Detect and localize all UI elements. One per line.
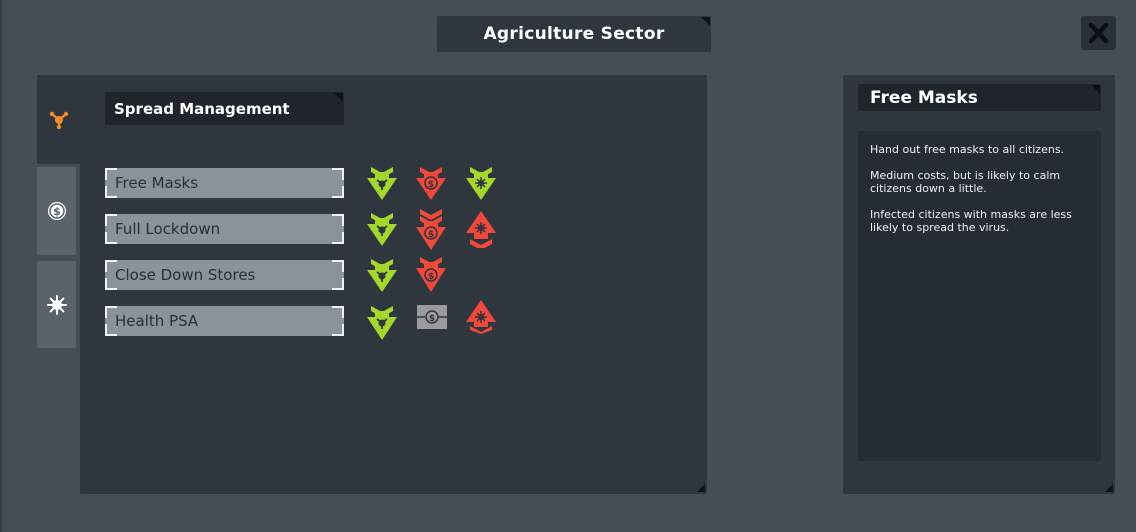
policy-button-full-lockdown[interactable]: Full Lockdown: [105, 214, 344, 244]
svg-text:$: $: [53, 205, 61, 218]
spread-decrease-icon: [367, 306, 397, 340]
panel-corner-decoration: [697, 484, 705, 492]
window-frame-edge: [0, 0, 2, 532]
spread-decrease-icon: [367, 167, 397, 200]
policy-button-close-down-stores[interactable]: Close Down Stores: [105, 260, 344, 290]
policy-button-free-masks[interactable]: Free Masks: [105, 168, 344, 198]
money-decrease-icon: $: [416, 167, 446, 200]
svg-text:$: $: [429, 314, 435, 324]
policy-button-health-psa[interactable]: Health PSA: [105, 306, 344, 336]
tab-economy[interactable]: $: [37, 167, 76, 255]
info-corner-decoration: [1105, 484, 1113, 492]
money-decrease-icon: $: [416, 257, 446, 292]
spread-icon: [49, 111, 68, 129]
info-paragraph: Infected citizens with masks are less li…: [870, 208, 1072, 234]
policy-label: Health PSA: [115, 312, 199, 330]
money-decrease-icon: $: [416, 209, 446, 250]
svg-text:$: $: [428, 180, 434, 190]
policy-label: Free Masks: [115, 174, 199, 192]
section-title-text: Spread Management: [114, 99, 290, 118]
close-button[interactable]: [1081, 16, 1116, 50]
tab-virus[interactable]: [37, 261, 76, 348]
close-icon: [1088, 23, 1109, 43]
svg-text:$: $: [428, 230, 434, 240]
policy-label: Full Lockdown: [115, 220, 221, 238]
virus-decrease-icon: [466, 167, 496, 200]
info-title: Free Masks: [858, 84, 1101, 111]
money-neutral-icon: $: [417, 305, 447, 329]
virus-increase-icon: [466, 211, 496, 248]
spread-decrease-icon: [367, 213, 397, 246]
virus-icon: [46, 294, 67, 315]
window-title-text: Agriculture Sector: [483, 24, 665, 44]
info-title-corner-decoration: [1091, 85, 1100, 94]
virus-increase-icon: [466, 300, 496, 334]
tab-spread[interactable]: [37, 75, 80, 164]
spread-decrease-icon: [367, 259, 397, 292]
svg-text:$: $: [428, 272, 434, 282]
section-corner-decoration: [334, 93, 343, 102]
info-paragraph: Hand out free masks to all citizens.: [870, 143, 1065, 156]
info-paragraph: Medium costs, but is likely to calm citi…: [870, 169, 1061, 195]
info-description: Hand out free masks to all citizens. Med…: [858, 131, 1101, 461]
title-corner-decoration: [701, 17, 710, 26]
dollar-coin-icon: $: [47, 202, 66, 220]
section-title: Spread Management: [105, 92, 344, 125]
info-title-text: Free Masks: [870, 87, 978, 108]
policy-label: Close Down Stores: [115, 266, 256, 284]
window-title: Agriculture Sector: [437, 16, 711, 52]
